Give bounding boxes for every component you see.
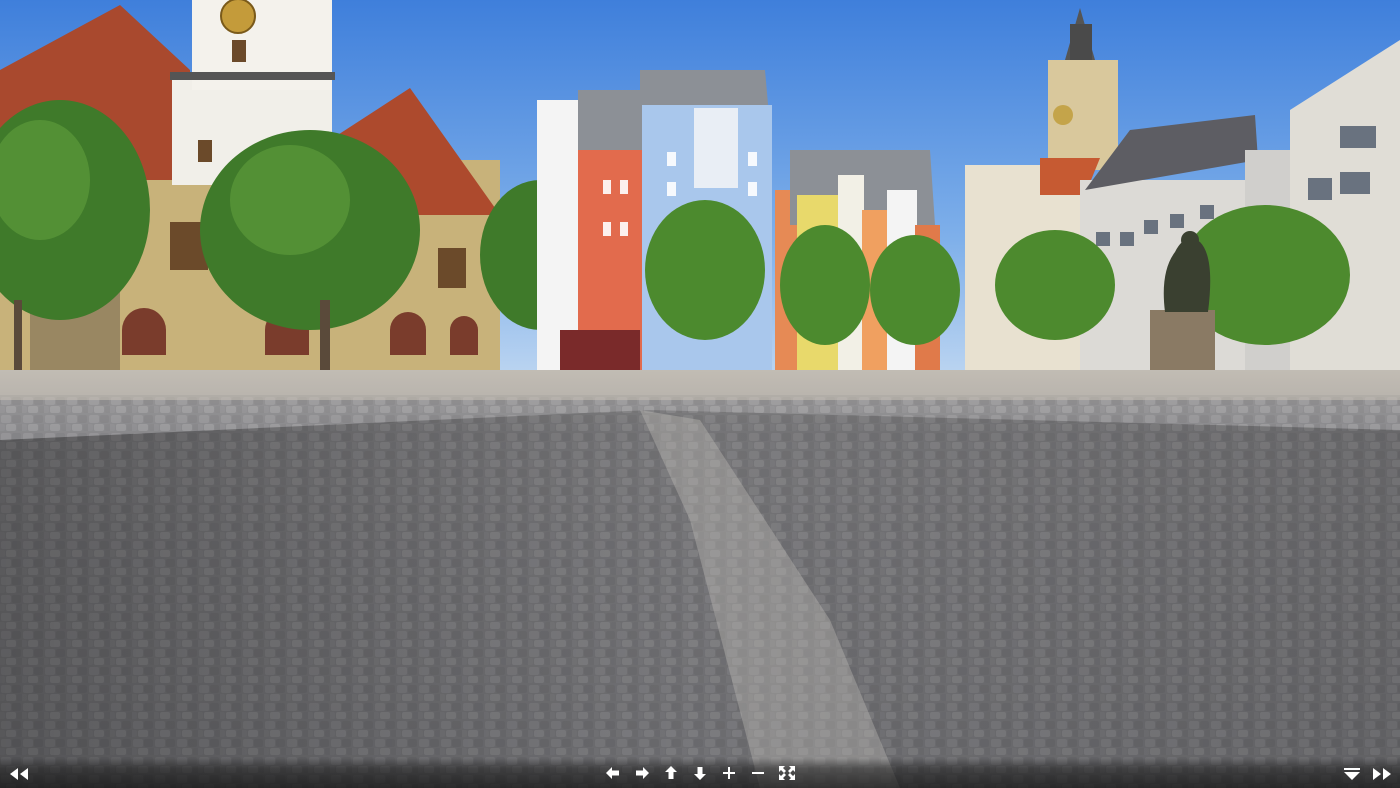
minus-icon bbox=[752, 767, 764, 779]
arrow-left-icon bbox=[606, 767, 620, 779]
double-chevron-right-icon bbox=[1371, 767, 1393, 781]
hide-controls-left-button[interactable] bbox=[6, 762, 32, 786]
arrow-right-icon bbox=[635, 767, 649, 779]
tilt-up-button[interactable] bbox=[658, 761, 684, 785]
tilt-down-button[interactable] bbox=[687, 761, 713, 785]
arrow-up-icon bbox=[665, 766, 677, 780]
zoom-in-button[interactable] bbox=[716, 761, 742, 785]
pan-right-button[interactable] bbox=[629, 761, 655, 785]
triangle-down-icon bbox=[1343, 767, 1361, 781]
double-chevron-left-icon bbox=[8, 767, 30, 781]
zoom-out-button[interactable] bbox=[745, 761, 771, 785]
arrow-down-icon bbox=[694, 766, 706, 780]
control-bar bbox=[0, 758, 1400, 788]
panorama-viewer[interactable] bbox=[0, 0, 1400, 788]
fullscreen-icon bbox=[779, 766, 795, 780]
collapse-toolbar-button[interactable] bbox=[1339, 762, 1365, 786]
panorama-image[interactable] bbox=[0, 0, 1400, 788]
plus-icon bbox=[723, 767, 735, 779]
hide-controls-right-button[interactable] bbox=[1369, 762, 1395, 786]
pan-left-button[interactable] bbox=[600, 761, 626, 785]
fullscreen-button[interactable] bbox=[774, 761, 800, 785]
